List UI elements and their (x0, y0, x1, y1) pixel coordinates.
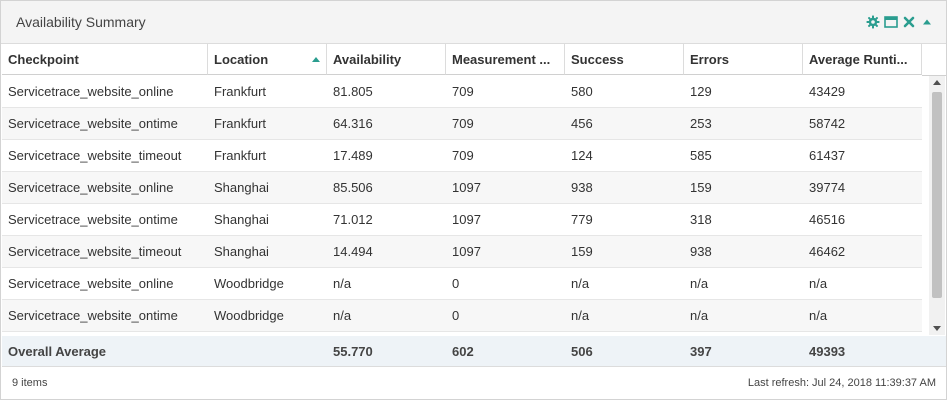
cell-availability: 14.494 (333, 244, 373, 259)
cell-measurement: 0 (452, 276, 460, 291)
cell-errors: 129 (690, 84, 712, 99)
footer-cell-success: 506 (571, 344, 593, 359)
status-bar: 9 items Last refresh: Jul 24, 2018 11:39… (1, 368, 946, 399)
scroll-up-icon[interactable] (933, 80, 941, 85)
cell-availability: 81.805 (333, 84, 373, 99)
gear-icon[interactable] (866, 15, 880, 29)
cell-checkpoint: Servicetrace_website_ontime (8, 212, 178, 227)
footer-cell-availability: 55.770 (333, 344, 373, 359)
cell-checkpoint: Servicetrace_website_ontime (8, 308, 178, 323)
cell-average-runtime: n/a (809, 276, 828, 291)
scroll-thumb[interactable] (932, 92, 942, 298)
column-header-errors[interactable]: Errors (684, 44, 803, 75)
cell-success: 938 (571, 180, 593, 195)
cell-success: 159 (571, 244, 593, 259)
cell-measurement: 1097 (452, 212, 481, 227)
cell-success: 456 (571, 116, 593, 131)
sort-ascending-icon (312, 57, 320, 62)
cell-average-runtime: 46516 (809, 212, 846, 227)
footer-cell-measurement: 602 (452, 344, 474, 359)
cell-average-runtime: 58742 (809, 116, 846, 131)
cell-checkpoint: Servicetrace_website_online (8, 180, 174, 195)
footer-cell-location (208, 336, 327, 367)
scroll-down-icon[interactable] (933, 326, 941, 331)
last-refresh: Last refresh: Jul 24, 2018 11:39:37 AM (747, 377, 936, 389)
footer-cell-errors: 397 (690, 344, 712, 359)
cell-measurement: 1097 (452, 244, 481, 259)
cell-success: 580 (571, 84, 593, 99)
cell-location: Frankfurt (214, 84, 267, 99)
table-row[interactable]: Servicetrace_website_online Woodbridge n/a… (2, 268, 922, 300)
grid-rows: Servicetrace_website_online Frankfurt 81.8… (2, 76, 922, 335)
panel-title: Availability Summary (16, 14, 146, 30)
cell-average-runtime: n/a (809, 308, 828, 323)
cell-success: 779 (571, 212, 593, 227)
table-row[interactable]: Servicetrace_website_online Shanghai 85.50… (2, 172, 922, 204)
cell-availability: 17.489 (333, 148, 373, 163)
cell-availability: 85.506 (333, 180, 373, 195)
column-header-average-runtime[interactable]: Average Runti... (803, 44, 922, 75)
table-row[interactable]: Servicetrace_website_ontime Woodbridge n/a… (2, 300, 922, 332)
collapse-icon[interactable] (920, 15, 934, 29)
cell-errors: n/a (690, 276, 709, 291)
column-header-availability[interactable]: Availability (327, 44, 446, 75)
cell-checkpoint: Servicetrace_website_online (8, 276, 174, 291)
cell-location: Frankfurt (214, 116, 267, 131)
close-icon[interactable] (902, 15, 916, 29)
cell-measurement: 709 (452, 116, 474, 131)
cell-measurement: 1097 (452, 180, 481, 195)
cell-location: Frankfurt (214, 148, 267, 163)
cell-checkpoint: Servicetrace_website_timeout (8, 148, 182, 163)
cell-checkpoint: Servicetrace_website_online (8, 84, 174, 99)
availability-grid: Checkpoint Location Availability Measure… (2, 44, 946, 367)
cell-availability: 71.012 (333, 212, 373, 227)
table-row[interactable]: Servicetrace_website_online Frankfurt 81.8… (2, 76, 922, 108)
cell-availability: 64.316 (333, 116, 373, 131)
cell-checkpoint: Servicetrace_website_ontime (8, 116, 178, 131)
column-header-checkpoint[interactable]: Checkpoint (2, 44, 208, 75)
column-header-label: Location (214, 52, 269, 67)
cell-checkpoint: Servicetrace_website_timeout (8, 244, 182, 259)
cell-errors: 253 (690, 116, 712, 131)
cell-availability: n/a (333, 308, 352, 323)
cell-errors: n/a (690, 308, 709, 323)
cell-average-runtime: 46462 (809, 244, 846, 259)
table-row[interactable]: Servicetrace_website_timeout Frankfurt 17.… (2, 140, 922, 172)
cell-average-runtime: 43429 (809, 84, 846, 99)
availability-summary-panel: Availability Summary Checkpoint Location… (0, 0, 947, 400)
table-row[interactable]: Servicetrace_website_timeout Shanghai 14.4… (2, 236, 922, 268)
overall-average-row: Overall Average 55.770 602 506 397 49393 (2, 336, 946, 367)
item-count: 9 items (12, 377, 48, 389)
cell-measurement: 709 (452, 148, 474, 163)
cell-success: 124 (571, 148, 593, 163)
cell-success: n/a (571, 276, 590, 291)
panel-header: Availability Summary (1, 1, 946, 44)
maximize-icon[interactable] (884, 15, 898, 29)
cell-location: Woodbridge (214, 308, 284, 323)
column-header-measurement[interactable]: Measurement ... (446, 44, 565, 75)
column-header-success[interactable]: Success (565, 44, 684, 75)
panel-toolbar (866, 13, 934, 31)
vertical-scrollbar[interactable] (929, 76, 945, 335)
header-filler (922, 44, 946, 76)
cell-location: Woodbridge (214, 276, 284, 291)
cell-success: n/a (571, 308, 590, 323)
cell-errors: 159 (690, 180, 712, 195)
cell-measurement: 0 (452, 308, 460, 323)
table-row[interactable]: Servicetrace_website_ontime Shanghai 71.01… (2, 204, 922, 236)
cell-location: Shanghai (214, 180, 269, 195)
table-row[interactable]: Servicetrace_website_ontime Frankfurt 64.3… (2, 108, 922, 140)
footer-cell-average-runtime: 49393 (809, 344, 846, 359)
cell-location: Shanghai (214, 212, 269, 227)
cell-availability: n/a (333, 276, 352, 291)
cell-errors: 585 (690, 148, 712, 163)
column-header-location[interactable]: Location (208, 44, 327, 75)
footer-cell-label: Overall Average (8, 344, 107, 359)
cell-measurement: 709 (452, 84, 474, 99)
cell-average-runtime: 61437 (809, 148, 846, 163)
cell-errors: 938 (690, 244, 712, 259)
cell-errors: 318 (690, 212, 712, 227)
cell-location: Shanghai (214, 244, 269, 259)
cell-average-runtime: 39774 (809, 180, 846, 195)
